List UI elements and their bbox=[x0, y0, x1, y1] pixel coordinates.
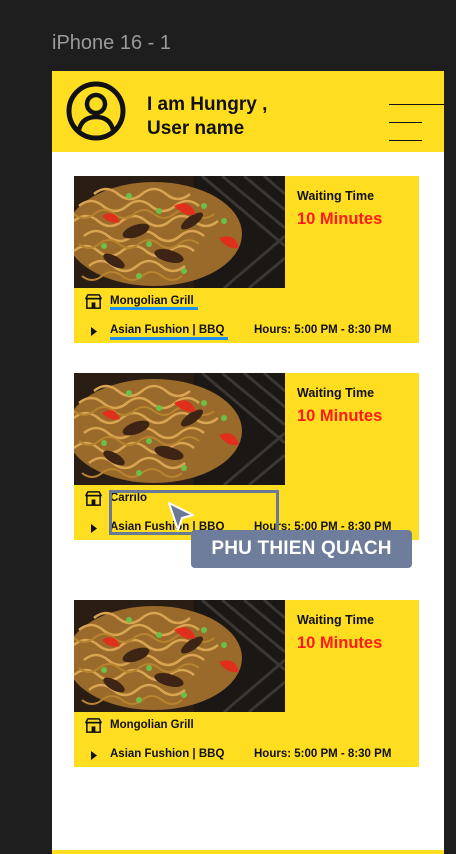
food-photo bbox=[74, 373, 285, 485]
waiting-time-label: Waiting Time bbox=[297, 613, 375, 627]
cuisine-label[interactable]: Asian Fushion | BBQ bbox=[110, 324, 224, 336]
food-photo bbox=[74, 176, 285, 288]
store-icon bbox=[84, 489, 103, 508]
app-header: I am Hungry , User name bbox=[52, 71, 444, 152]
greeting: I am Hungry , User name bbox=[147, 93, 267, 141]
store-icon bbox=[84, 292, 103, 311]
link-underline bbox=[110, 337, 228, 340]
play-icon[interactable] bbox=[91, 751, 97, 760]
play-icon[interactable] bbox=[91, 327, 97, 336]
hours-label: Hours: 5:00 PM - 8:30 PM bbox=[254, 324, 392, 336]
cuisine-label[interactable]: Asian Fushion | BBQ bbox=[110, 748, 224, 760]
link-underline bbox=[110, 307, 198, 310]
restaurant-card[interactable]: Waiting Time 10 Minutes Carrilo Asian Fu… bbox=[74, 373, 419, 568]
hamburger-menu-icon[interactable] bbox=[389, 104, 444, 144]
frame-title: iPhone 16 - 1 bbox=[52, 32, 171, 54]
waiting-time-label: Waiting Time bbox=[297, 386, 375, 400]
waiting-time-value: 10 Minutes bbox=[297, 407, 383, 425]
footer-bar bbox=[52, 850, 444, 854]
phone-frame: I am Hungry , User name Waiting Time 10 … bbox=[52, 71, 444, 854]
play-icon[interactable] bbox=[91, 524, 97, 533]
waiting-time-value: 10 Minutes bbox=[297, 634, 383, 652]
greeting-line-1: I am Hungry , bbox=[147, 94, 268, 115]
waiting-time-value: 10 Minutes bbox=[297, 210, 383, 228]
restaurant-card[interactable]: Waiting Time 10 Minutes Mongolian Grill … bbox=[74, 600, 419, 767]
collaborator-name-tag: PHU THIEN QUACH bbox=[191, 530, 412, 568]
greeting-line-2: User name bbox=[147, 118, 245, 139]
pointer-cursor-icon bbox=[168, 502, 194, 531]
restaurant-name[interactable]: Mongolian Grill bbox=[110, 295, 194, 307]
user-circle-icon[interactable] bbox=[66, 81, 126, 141]
waiting-time-label: Waiting Time bbox=[297, 189, 375, 203]
restaurant-card[interactable]: Waiting Time 10 Minutes Mongolian Grill … bbox=[74, 176, 419, 343]
hours-label: Hours: 5:00 PM - 8:30 PM bbox=[254, 748, 392, 760]
store-icon bbox=[84, 716, 103, 735]
food-photo bbox=[74, 600, 285, 712]
restaurant-name[interactable]: Mongolian Grill bbox=[110, 719, 194, 731]
